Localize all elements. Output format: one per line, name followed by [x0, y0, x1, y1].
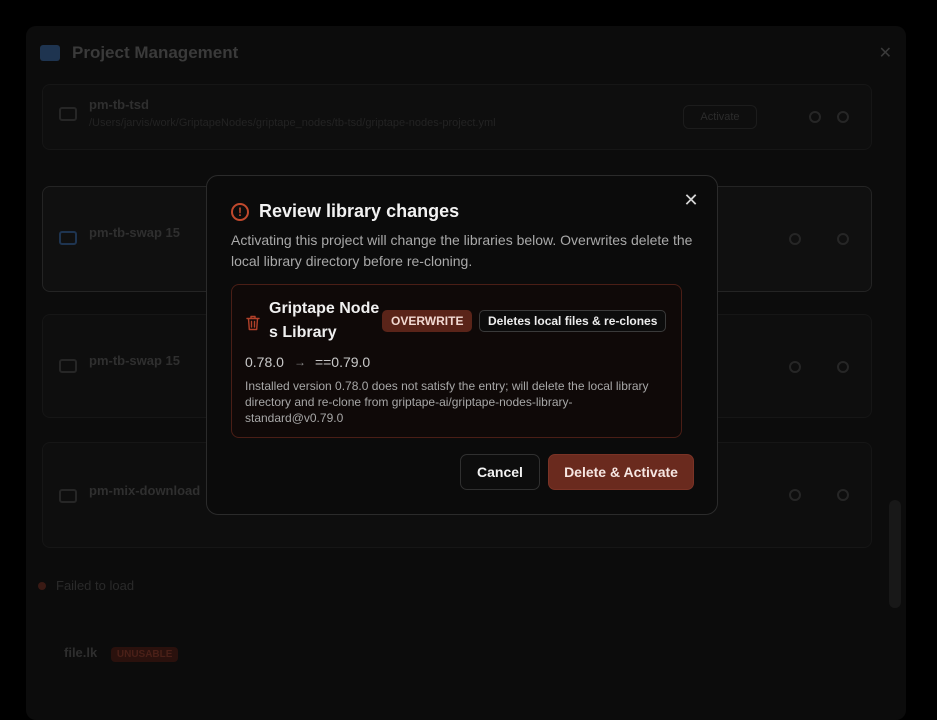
activate-button[interactable]: Activate [683, 105, 757, 129]
folder-icon [59, 231, 77, 245]
delete-icon[interactable] [837, 489, 849, 501]
settings-icon[interactable] [789, 489, 801, 501]
dialog-title: Review library changes [259, 201, 460, 221]
delete-icon[interactable] [837, 233, 849, 245]
folder-icon [59, 359, 77, 373]
dialog-header: ! Review library changes [231, 201, 459, 222]
window-title: Project Management [72, 43, 239, 62]
failed-section-label: Failed to load [38, 578, 134, 593]
action-description-badge: Deletes local files & re-clones [479, 310, 667, 332]
project-name: pm-mix-download [89, 483, 201, 498]
window-header: Project Management ✕ [40, 40, 892, 66]
folder-icon [40, 45, 60, 61]
trash-icon [246, 315, 260, 331]
folder-icon [59, 107, 77, 121]
settings-icon[interactable] [809, 111, 821, 123]
project-row[interactable]: pm-tb-tsd /Users/jarvis/work/GriptapeNod… [42, 84, 872, 150]
library-name: Griptape Nodes Library [269, 300, 380, 341]
project-name: pm-tb-swap 15 [89, 225, 181, 240]
status-badge: UNUSABLE [110, 647, 179, 662]
target-version: ==0.79.0 [314, 354, 371, 370]
close-icon[interactable]: ✕ [879, 43, 892, 63]
library-change-note: Installed version 0.78.0 does not satisf… [245, 379, 649, 425]
current-version: 0.78.0 [245, 354, 284, 370]
overwrite-badge: OVERWRITE [382, 310, 473, 332]
scrollbar[interactable] [889, 500, 901, 608]
project-path: /Users/jarvis/work/GriptapeNodes/griptap… [89, 117, 496, 129]
version-change: 0.78.0 → ==0.79.0 [245, 354, 370, 370]
alert-circle-icon: ! [231, 202, 249, 221]
delete-icon[interactable] [837, 111, 849, 123]
failed-project-row[interactable]: file.lk UNUSABLE [64, 645, 179, 662]
delete-and-activate-button[interactable]: Delete & Activate [548, 454, 694, 490]
cancel-button[interactable]: Cancel [460, 454, 540, 490]
error-dot-icon [38, 582, 46, 590]
project-name: pm-tb-swap 15 [89, 353, 181, 368]
review-library-changes-dialog: ✕ ! Review library changes Activating th… [206, 175, 718, 515]
settings-icon[interactable] [789, 233, 801, 245]
dialog-description: Activating this project will change the … [231, 232, 693, 269]
project-name: file.lk [64, 645, 98, 660]
project-name: pm-tb-tsd [89, 97, 149, 112]
delete-icon[interactable] [837, 361, 849, 373]
arrow-right-icon: → [293, 355, 306, 369]
library-change-card: Griptape Nodes Library OVERWRITE Deletes… [231, 284, 682, 438]
settings-icon[interactable] [789, 361, 801, 373]
folder-icon [59, 489, 77, 503]
close-icon[interactable]: ✕ [681, 190, 701, 210]
